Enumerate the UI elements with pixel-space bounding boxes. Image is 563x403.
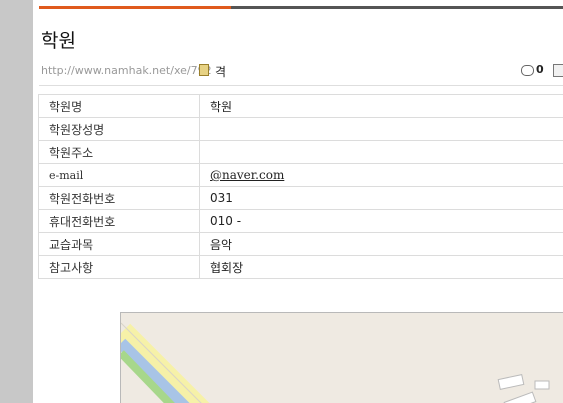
row-value: 협회장 (199, 255, 563, 279)
comment-icon (521, 64, 534, 76)
table-row: 휴대전화번호 010 - (38, 209, 563, 233)
permalink[interactable]: http://www.namhak.net/xe/792 (41, 64, 212, 77)
table-row: 학원전화번호 031 (38, 186, 563, 210)
row-value: 031 (199, 186, 563, 210)
row-label: 교습과목 (38, 232, 200, 256)
accent-bar (39, 6, 231, 9)
row-value: 학원 (199, 94, 563, 118)
email-link[interactable]: @naver.com (199, 163, 563, 187)
comment-count-value: 0 (536, 63, 544, 76)
url-row: http://www.namhak.net/xe/792 격 0 (41, 62, 563, 80)
row-label: 휴대전화번호 (38, 209, 200, 233)
table-row: 학원주소 (38, 140, 563, 164)
map-view[interactable] (120, 312, 563, 403)
tag-icon (199, 64, 209, 76)
divider (39, 85, 563, 86)
row-value: 010 - (199, 209, 563, 233)
row-label: e-mail (38, 163, 200, 187)
info-table: 학원명 학원 학원장성명 학원주소 e-mail @naver.com 학원전화번호… (38, 94, 563, 279)
document-icon[interactable] (553, 64, 563, 77)
url-suffix: 격 (215, 65, 227, 79)
row-label: 학원장성명 (38, 117, 200, 141)
page-title: 학원 (41, 30, 76, 52)
comment-count[interactable]: 0 (521, 63, 544, 76)
row-value (199, 140, 563, 164)
table-row: 학원장성명 (38, 117, 563, 141)
row-label: 학원전화번호 (38, 186, 200, 210)
row-label: 학원주소 (38, 140, 200, 164)
header-bar (231, 6, 563, 9)
page-content: 학원 http://www.namhak.net/xe/792 격 0 학원명 학… (33, 0, 563, 403)
map-graphic (121, 322, 550, 403)
table-row: 참고사항 협회장 (38, 255, 563, 279)
table-row: e-mail @naver.com (38, 163, 563, 187)
row-label: 학원명 (38, 94, 200, 118)
table-row: 교습과목 음악 (38, 232, 563, 256)
row-label: 참고사항 (38, 255, 200, 279)
table-row: 학원명 학원 (38, 94, 563, 118)
bullet-shape (33, 30, 37, 38)
row-value (199, 117, 563, 141)
row-value: 음악 (199, 232, 563, 256)
